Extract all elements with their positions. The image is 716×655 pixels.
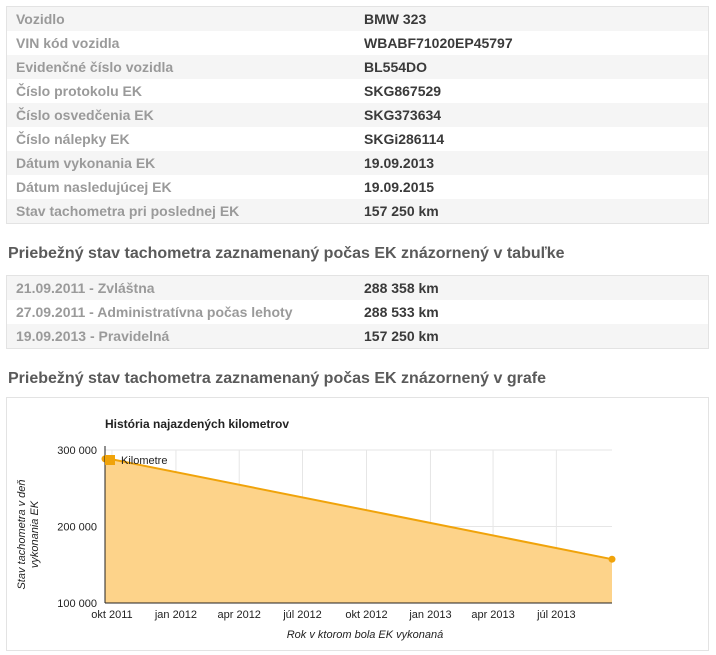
- row-label: 21.09.2011 - Zvláštna: [16, 280, 155, 296]
- odometer-chart: História najazdených kilometrov 100 0002…: [16, 417, 616, 641]
- data-point[interactable]: [608, 555, 616, 563]
- odometer-history-table: 21.09.2011 - Zvláštna 288 358 km 27.09.201…: [6, 275, 709, 349]
- row-value: 288 533 km: [364, 304, 439, 320]
- row-value: 19.09.2015: [364, 179, 435, 195]
- info-row: VIN kód vozidla WBABF71020EP45797: [7, 31, 708, 55]
- info-row: Vozidlo BMW 323: [7, 7, 708, 31]
- chart-area-fill: [105, 458, 612, 603]
- row-label: Číslo nálepky EK: [16, 131, 130, 147]
- info-row: Evidenčné číslo vozidla BL554DO: [7, 55, 708, 79]
- y-axis-label-line: Stav tachometra v deň: [16, 479, 28, 589]
- y-axis-label: Stav tachometra v deňvykonania EK: [16, 479, 41, 589]
- x-tick-label: okt 2012: [345, 609, 387, 621]
- info-row: Dátum nasledujúcej EK 19.09.2015: [7, 175, 708, 199]
- legend-label: Kilometre: [121, 455, 167, 467]
- info-row: Číslo nálepky EK SKGi286114: [7, 127, 708, 151]
- legend-swatch: [105, 455, 115, 465]
- row-label: Číslo osvedčenia EK: [16, 107, 154, 123]
- row-value: SKG373634: [364, 107, 442, 123]
- x-tick-label: okt 2011: [91, 609, 132, 621]
- x-tick-label: apr 2012: [218, 609, 261, 621]
- x-tick-label: júl 2013: [536, 609, 576, 621]
- row-label: Číslo protokolu EK: [16, 83, 142, 99]
- chart-container: História najazdených kilometrov 100 000 2…: [6, 397, 709, 651]
- row-label: VIN kód vozidla: [16, 35, 120, 51]
- row-value: 157 250 km: [364, 328, 439, 344]
- row-value: WBABF71020EP45797: [364, 35, 513, 51]
- info-row: Stav tachometra pri poslednej EK 157 250 …: [7, 199, 708, 223]
- info-row: Číslo protokolu EK SKG867529: [7, 79, 708, 103]
- y-tick-label: 200 000: [57, 522, 97, 534]
- row-label: Evidenčné číslo vozidla: [16, 59, 174, 75]
- row-label: Dátum nasledujúcej EK: [16, 179, 172, 195]
- y-axis-label-line: vykonania EK: [29, 500, 41, 568]
- table-section-heading: Priebežný stav tachometra zaznamenaný po…: [8, 245, 565, 262]
- x-tick-label: júl 2012: [282, 609, 322, 621]
- x-tick-label: jan 2013: [408, 609, 451, 621]
- history-row: 21.09.2011 - Zvláštna 288 358 km: [7, 276, 708, 300]
- row-value: BL554DO: [364, 59, 428, 75]
- row-value: BMW 323: [364, 11, 427, 27]
- info-row: Dátum vykonania EK 19.09.2013: [7, 151, 708, 175]
- row-value: 157 250 km: [364, 203, 439, 219]
- y-tick-label: 300 000: [57, 445, 97, 457]
- row-value: 288 358 km: [364, 280, 439, 296]
- row-label: 19.09.2013 - Pravidelná: [16, 328, 170, 344]
- row-label: 27.09.2011 - Administratívna počas lehot…: [16, 304, 293, 320]
- row-value: SKGi286114: [364, 131, 445, 147]
- row-value: SKG867529: [364, 83, 442, 99]
- chart-section-heading: Priebežný stav tachometra zaznamenaný po…: [8, 370, 546, 387]
- x-tick-label: jan 2012: [154, 609, 197, 621]
- row-label: Vozidlo: [16, 11, 65, 27]
- info-row: Číslo osvedčenia EK SKG373634: [7, 103, 708, 127]
- row-label: Stav tachometra pri poslednej EK: [16, 203, 240, 219]
- history-row: 27.09.2011 - Administratívna počas lehot…: [7, 300, 708, 324]
- row-label: Dátum vykonania EK: [16, 155, 156, 171]
- history-row: 19.09.2013 - Pravidelná 157 250 km: [7, 324, 708, 348]
- vehicle-info-table: Vozidlo BMW 323 VIN kód vozidla WBABF71020E…: [6, 6, 709, 224]
- x-axis-label: Rok v ktorom bola EK vykonaná: [287, 629, 444, 641]
- row-value: 19.09.2013: [364, 155, 435, 171]
- x-tick-label: apr 2013: [471, 609, 514, 621]
- chart-title: História najazdených kilometrov: [105, 417, 289, 431]
